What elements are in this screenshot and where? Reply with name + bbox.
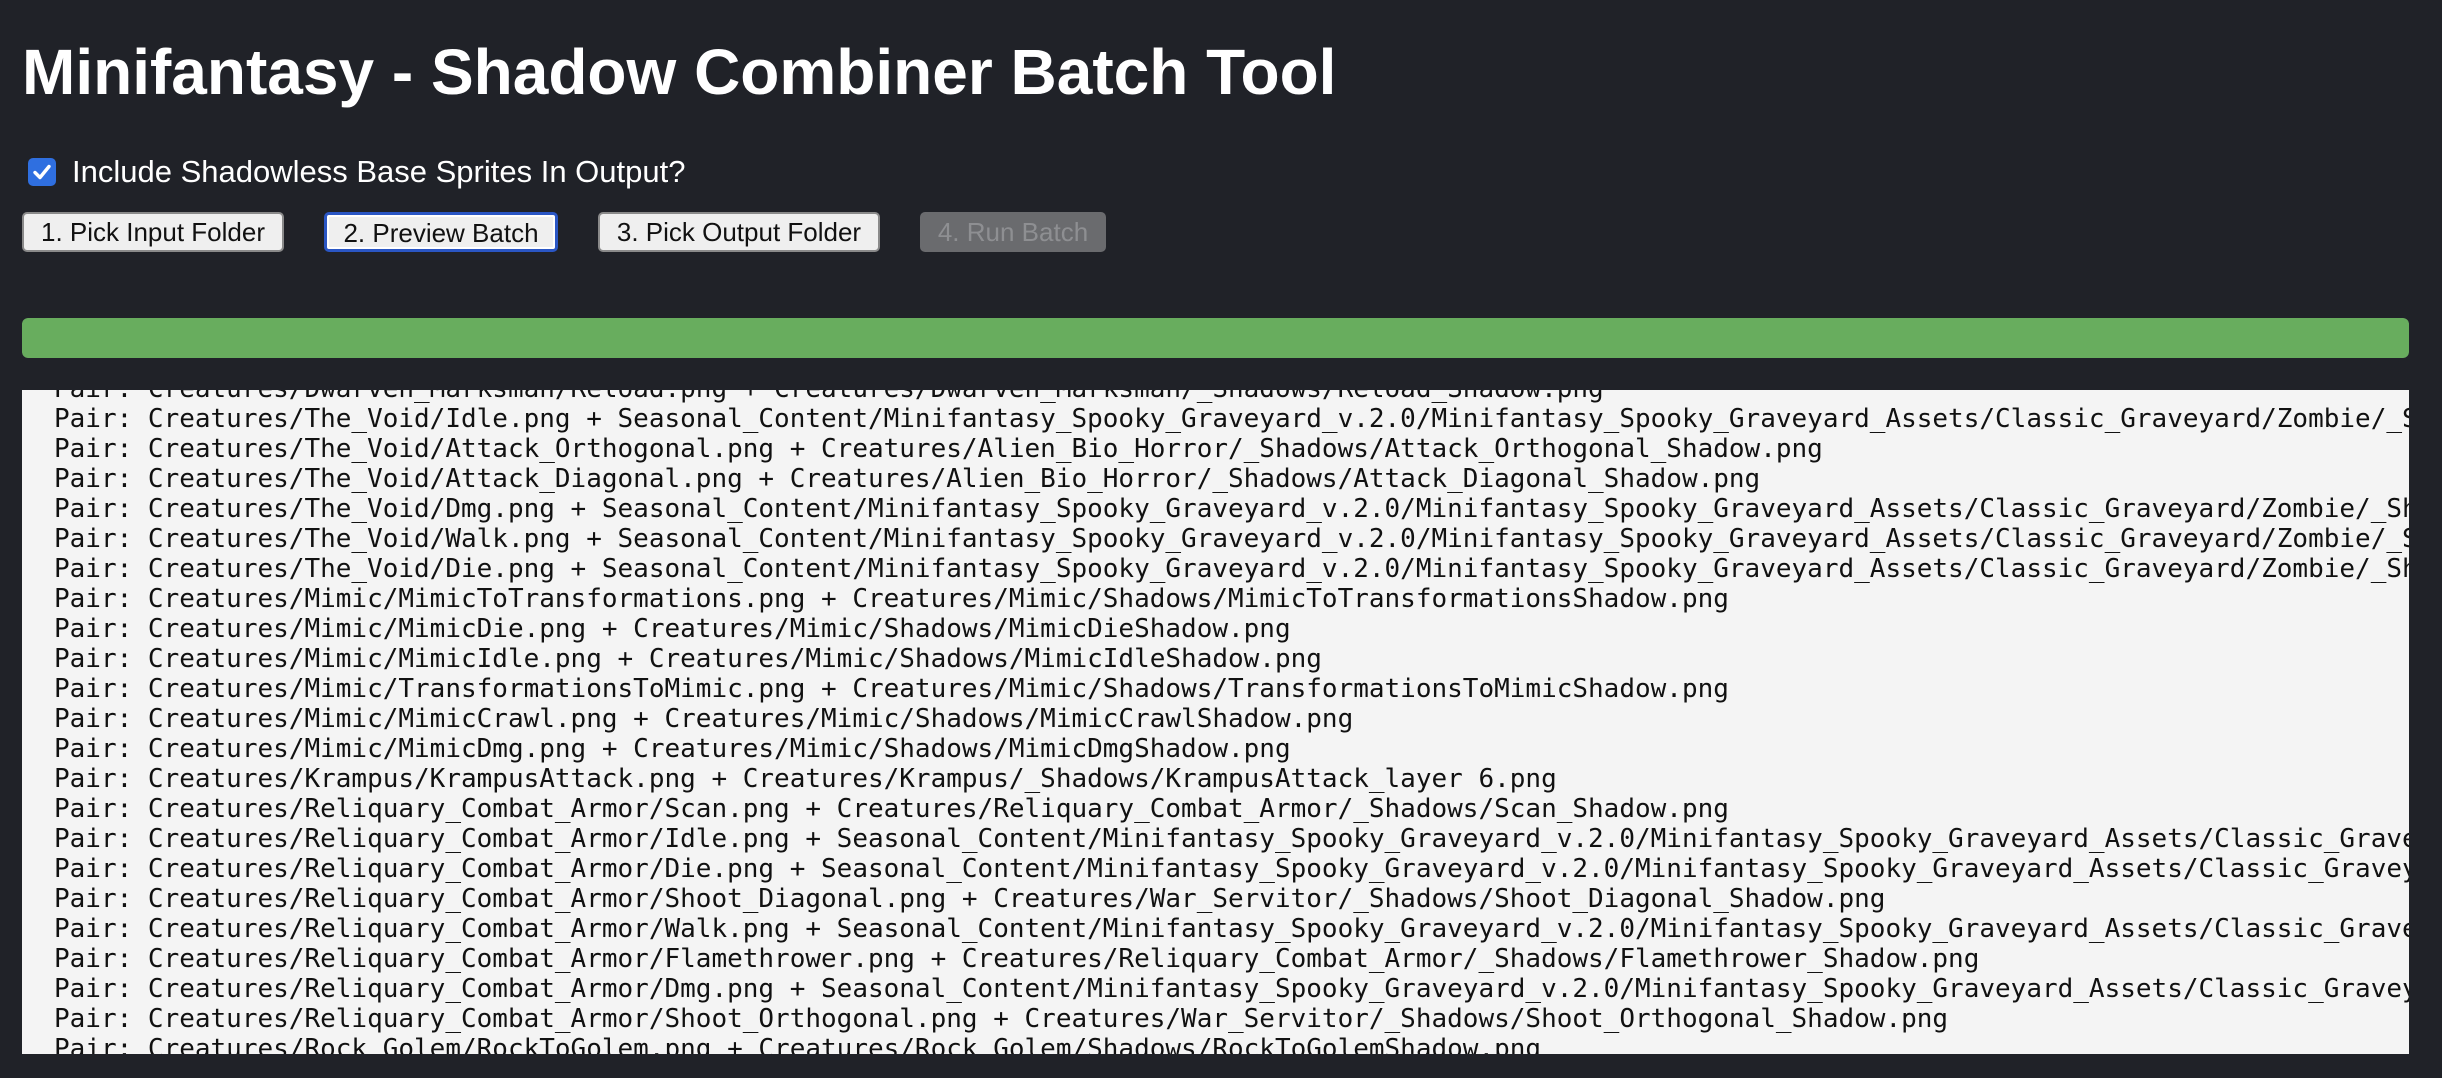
run-batch-button: 4. Run Batch <box>920 212 1106 252</box>
log-line: Pair: Creatures/Reliquary_Combat_Armor/W… <box>54 914 2409 944</box>
log-line: Pair: Creatures/Reliquary_Combat_Armor/S… <box>54 884 1886 914</box>
batch-log-lines: Pair: Creatures/Dwarven_Marksman/Reload.… <box>54 390 2409 1054</box>
batch-log-panel[interactable]: Pair: Creatures/Dwarven_Marksman/Reload.… <box>22 390 2409 1054</box>
checkmark-icon <box>33 164 51 180</box>
log-line: Pair: Creatures/Reliquary_Combat_Armor/D… <box>54 854 2409 884</box>
page-title: Minifantasy - Shadow Combiner Batch Tool <box>22 36 1337 108</box>
log-line: Pair: Creatures/The_Void/Attack_Diagonal… <box>54 464 1761 494</box>
preview-batch-button[interactable]: 2. Preview Batch <box>324 212 558 252</box>
log-line: Pair: Creatures/The_Void/Attack_Orthogon… <box>54 434 1823 464</box>
log-line: Pair: Creatures/Mimic/TransformationsToM… <box>54 674 1729 704</box>
log-line: Pair: Creatures/Rock_Golem/RockToGolem.p… <box>54 1034 1542 1054</box>
progress-bar <box>22 318 2409 358</box>
log-line: Pair: Creatures/Mimic/MimicToTransformat… <box>54 584 1729 614</box>
app-window: Minifantasy - Shadow Combiner Batch Tool… <box>0 0 2442 1078</box>
progress-bar-fill <box>22 318 2409 358</box>
pick-output-folder-button[interactable]: 3. Pick Output Folder <box>598 212 880 252</box>
log-line: Pair: Creatures/The_Void/Walk.png + Seas… <box>54 524 2409 554</box>
log-line: Pair: Creatures/Mimic/MimicDmg.png + Cre… <box>54 734 1291 764</box>
log-line: Pair: Creatures/Mimic/MimicCrawl.png + C… <box>54 704 1354 734</box>
log-line: Pair: Creatures/Reliquary_Combat_Armor/I… <box>54 824 2409 854</box>
log-line: Pair: Creatures/The_Void/Idle.png + Seas… <box>54 404 2409 434</box>
log-line: Pair: Creatures/Mimic/MimicIdle.png + Cr… <box>54 644 1322 674</box>
log-line: Pair: Creatures/Reliquary_Combat_Armor/F… <box>54 944 1980 974</box>
log-line: Pair: Creatures/Krampus/KrampusAttack.pn… <box>54 764 1557 794</box>
include-shadowless-checkbox[interactable] <box>28 158 56 186</box>
log-line: Pair: Creatures/Reliquary_Combat_Armor/S… <box>54 1004 1949 1034</box>
log-line: Pair: Creatures/Reliquary_Combat_Armor/D… <box>54 974 2409 1004</box>
include-shadowless-option[interactable]: Include Shadowless Base Sprites In Outpu… <box>28 152 685 192</box>
log-line: Pair: Creatures/Mimic/MimicDie.png + Cre… <box>54 614 1291 644</box>
include-shadowless-label: Include Shadowless Base Sprites In Outpu… <box>72 154 686 189</box>
log-line: Pair: Creatures/The_Void/Dmg.png + Seaso… <box>54 494 2409 524</box>
pick-input-folder-button[interactable]: 1. Pick Input Folder <box>22 212 284 252</box>
log-line: Pair: Creatures/The_Void/Die.png + Seaso… <box>54 554 2409 584</box>
log-line: Pair: Creatures/Reliquary_Combat_Armor/S… <box>54 794 1729 824</box>
log-line: Pair: Creatures/Dwarven_Marksman/Reload.… <box>54 390 2409 404</box>
